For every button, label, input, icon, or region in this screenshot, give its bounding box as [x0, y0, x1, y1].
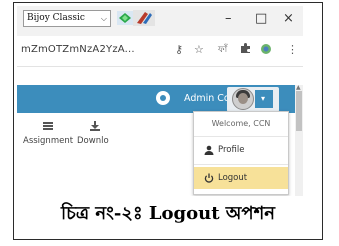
green-diamond-icon[interactable]	[117, 11, 133, 25]
user-icon	[204, 145, 214, 155]
avatar	[232, 88, 254, 110]
figure-frame: Bijoy Classic ⌵ – □ × mZmOTZmNzA2YzA... …	[13, 2, 323, 240]
profile-label: Profile	[218, 145, 245, 155]
figure-caption: চিত্র নং-২ঃ Logout অপশন	[60, 203, 275, 224]
scrollbar-thumb[interactable]	[296, 91, 302, 131]
url-text[interactable]: mZmOTZmNzA2YzA...	[21, 44, 135, 55]
logout-label: Logout	[218, 173, 248, 183]
maximize-button[interactable]: □	[255, 12, 267, 26]
star-icon[interactable]: ☆	[194, 43, 204, 57]
address-bar: mZmOTZmNzA2YzA... ⚷ ☆ ফাঁ ⋮	[17, 36, 303, 67]
download-label: Downlo	[77, 136, 109, 146]
settings-icon[interactable]	[156, 91, 170, 105]
user-menu-toggle[interactable]: ▾	[227, 87, 279, 112]
keyboard-layout-icon[interactable]	[133, 10, 155, 26]
divider	[194, 164, 288, 165]
assignment-label: Assignment	[23, 136, 74, 146]
ime-language-select[interactable]: Bijoy Classic ⌵	[23, 10, 111, 27]
page-top-gap	[17, 67, 303, 85]
ime-language-label: Bijoy Classic	[27, 13, 85, 23]
caret-down-icon: ▾	[261, 94, 266, 103]
menu-dots-icon[interactable]: ⋮	[287, 43, 298, 57]
bangla-extension-icon[interactable]: ফাঁ	[218, 43, 227, 57]
assignment-icon	[43, 122, 54, 130]
puzzle-icon[interactable]	[240, 43, 251, 54]
extension-icon[interactable]	[260, 43, 272, 55]
key-icon[interactable]: ⚷	[175, 43, 183, 57]
download-tool[interactable]: Downlo	[77, 121, 117, 146]
scroll-up-icon[interactable]: ▲	[296, 84, 301, 91]
app-navbar: Admin Control ⌄ ▾	[17, 85, 295, 113]
user-dropdown-menu: Welcome, CCN Profile Logout	[193, 111, 289, 195]
assignment-tool[interactable]: Assignment	[23, 121, 73, 146]
power-icon	[204, 173, 214, 183]
welcome-text: Welcome, CCN	[211, 119, 271, 128]
browser-title-bar: Bijoy Classic ⌵ – □ ×	[17, 6, 303, 36]
close-button[interactable]: ×	[283, 12, 294, 26]
download-icon	[90, 121, 100, 131]
chevron-down-icon: ⌵	[100, 14, 107, 23]
divider	[194, 136, 288, 137]
logout-menu-item[interactable]: Logout	[194, 167, 288, 189]
browser-screenshot: Bijoy Classic ⌵ – □ × mZmOTZmNzA2YzA... …	[17, 6, 303, 196]
page-scrollbar[interactable]: ▲	[295, 84, 303, 196]
profile-menu-item[interactable]: Profile	[194, 139, 288, 161]
minimize-button[interactable]: –	[225, 12, 232, 26]
